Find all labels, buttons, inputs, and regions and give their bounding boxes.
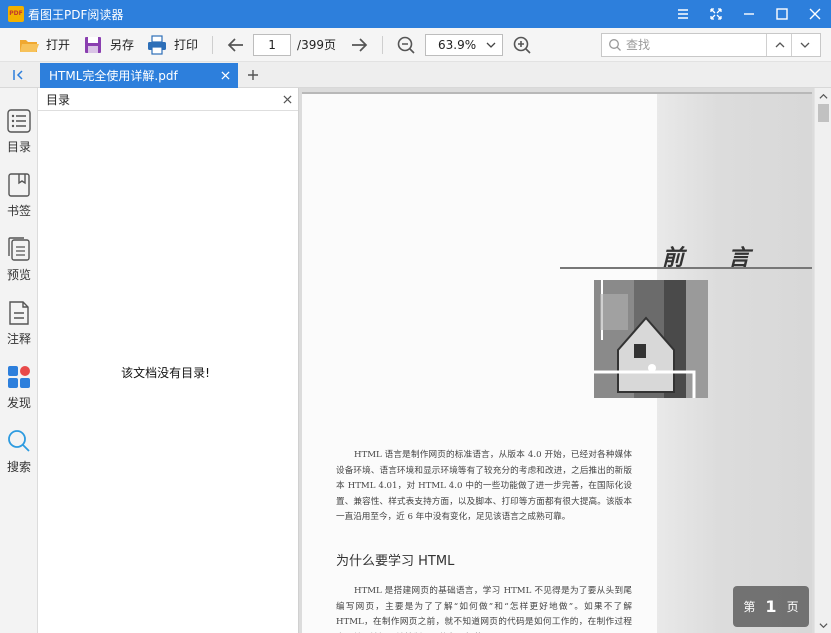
search-icon	[8, 430, 30, 452]
zoom-out-icon	[397, 36, 415, 54]
document-viewport[interactable]: 前言 HTML 语言是制作网页的标准语言，从版本 4.0 开始，已经对各种媒体设…	[299, 88, 831, 633]
sidebar-item-search[interactable]: 搜索	[0, 424, 38, 480]
page-indicator-number: 1	[765, 597, 777, 616]
title-bar: PDF 看图王PDF阅读器	[0, 0, 831, 28]
maximize-icon	[775, 8, 788, 20]
close-icon	[282, 94, 292, 104]
section-paragraph: HTML 是搭建网页的基础语言，学习 HTML 不见得是为了要从头到尾编写网页，…	[336, 586, 632, 633]
page-indicator-prefix: 第	[743, 600, 756, 614]
menu-button[interactable]	[666, 0, 699, 28]
zoom-select[interactable]: 63.9%	[425, 33, 503, 56]
scrollbar-thumb[interactable]	[818, 104, 829, 122]
collapse-sidebar-button[interactable]	[0, 62, 38, 88]
previous-page-button[interactable]	[221, 31, 251, 59]
zoom-value: 63.9%	[438, 37, 477, 52]
scroll-down-button[interactable]	[817, 619, 829, 631]
list-icon	[7, 109, 31, 133]
arrow-left-icon	[227, 37, 244, 52]
sidebar-item-discover[interactable]: 发现	[0, 360, 38, 416]
sidebar-item-label: 预览	[6, 268, 31, 282]
print-button[interactable]: 打印	[140, 31, 204, 59]
floppy-disk-icon	[85, 36, 102, 53]
save-as-button[interactable]: 另存	[76, 31, 140, 59]
zoom-in-icon	[513, 36, 531, 54]
document-tab[interactable]: HTML完全使用详解.pdf	[40, 63, 238, 88]
bookmark-icon	[8, 173, 30, 197]
section-heading: 为什么要学习 HTML	[336, 554, 455, 569]
new-tab-button[interactable]	[244, 65, 262, 85]
vertical-scrollbar[interactable]	[814, 88, 831, 633]
open-label: 打开	[46, 38, 71, 52]
preface-illustration	[594, 280, 708, 398]
document-tab-label: HTML完全使用详解.pdf	[49, 69, 178, 83]
window-title: 看图王PDF阅读器	[28, 7, 124, 22]
chevron-down-icon	[818, 622, 828, 628]
close-toc-button[interactable]	[281, 93, 293, 105]
close-icon	[809, 8, 820, 20]
preface-rule	[560, 267, 812, 269]
pdf-page: 前言 HTML 语言是制作网页的标准语言，从版本 4.0 开始，已经对各种媒体设…	[302, 92, 812, 633]
sidebar-item-label: 书签	[6, 204, 31, 218]
collapse-left-icon	[13, 70, 23, 80]
save-as-label: 另存	[110, 38, 135, 52]
chevron-down-icon	[800, 42, 810, 48]
apps-grid-icon	[8, 366, 30, 388]
sidebar-item-preview[interactable]: 预览	[0, 232, 38, 288]
toc-title: 目录	[46, 92, 71, 107]
close-icon	[220, 70, 230, 80]
left-sidebar-rail: 目录 书签 预览 注释 发现 搜索	[0, 88, 38, 633]
page-total: /399页	[297, 38, 336, 52]
chevron-up-icon	[775, 42, 785, 48]
page-top-edge	[302, 92, 812, 94]
fullscreen-icon	[709, 8, 722, 20]
toolbar-divider	[382, 35, 383, 54]
pages-icon	[8, 237, 30, 261]
sidebar-item-bookmarks[interactable]: 书签	[0, 168, 38, 224]
sidebar-item-annotations[interactable]: 注释	[0, 296, 38, 352]
sidebar-item-label: 搜索	[6, 460, 31, 474]
sidebar-item-label: 发现	[6, 396, 31, 410]
printer-icon	[148, 34, 167, 55]
hamburger-icon	[677, 9, 688, 19]
document-tab-bar: HTML完全使用详解.pdf	[0, 62, 831, 88]
arrow-right-icon	[352, 37, 368, 52]
minimize-button[interactable]	[732, 0, 765, 28]
search-input[interactable]	[626, 38, 766, 52]
search-icon	[609, 39, 621, 51]
main-toolbar: 打开 另存 打印 1 /399页 63.9%	[0, 28, 831, 62]
next-page-button[interactable]	[344, 31, 374, 59]
maximize-button[interactable]	[765, 0, 798, 28]
zoom-out-button[interactable]	[391, 31, 421, 59]
page-indicator-badge: 第 1 页	[733, 586, 809, 627]
search-prev-button[interactable]	[766, 34, 791, 56]
open-button[interactable]: 打开	[12, 31, 76, 59]
search-box	[601, 33, 821, 57]
page-number-input[interactable]: 1	[253, 33, 292, 56]
print-label: 打印	[174, 38, 199, 52]
folder-open-icon	[20, 39, 39, 52]
chevron-down-icon	[486, 42, 496, 48]
close-window-button[interactable]	[798, 0, 831, 28]
sidebar-item-label: 目录	[6, 140, 31, 154]
scroll-up-button[interactable]	[817, 90, 829, 102]
zoom-in-button[interactable]	[507, 31, 537, 59]
plus-icon	[248, 70, 258, 80]
chevron-up-icon	[818, 93, 828, 99]
note-icon	[9, 301, 29, 325]
close-tab-button[interactable]	[218, 68, 232, 82]
sidebar-item-label: 注释	[6, 332, 31, 346]
toolbar-divider	[212, 35, 214, 54]
page-indicator-suffix: 页	[786, 600, 799, 614]
search-next-button[interactable]	[791, 34, 816, 56]
fullscreen-button[interactable]	[699, 0, 732, 28]
sidebar-item-toc[interactable]: 目录	[0, 104, 38, 160]
toc-empty-message: 该文档没有目录!	[121, 366, 210, 380]
window-controls	[666, 0, 831, 28]
preface-paragraph: HTML 语言是制作网页的标准语言，从版本 4.0 开始，已经对各种媒体设备环境…	[336, 450, 632, 522]
toc-header: 目录	[38, 88, 298, 111]
toc-panel: 目录 该文档没有目录!	[38, 88, 299, 633]
minimize-icon	[743, 13, 754, 15]
app-logo-icon: PDF	[8, 6, 24, 22]
